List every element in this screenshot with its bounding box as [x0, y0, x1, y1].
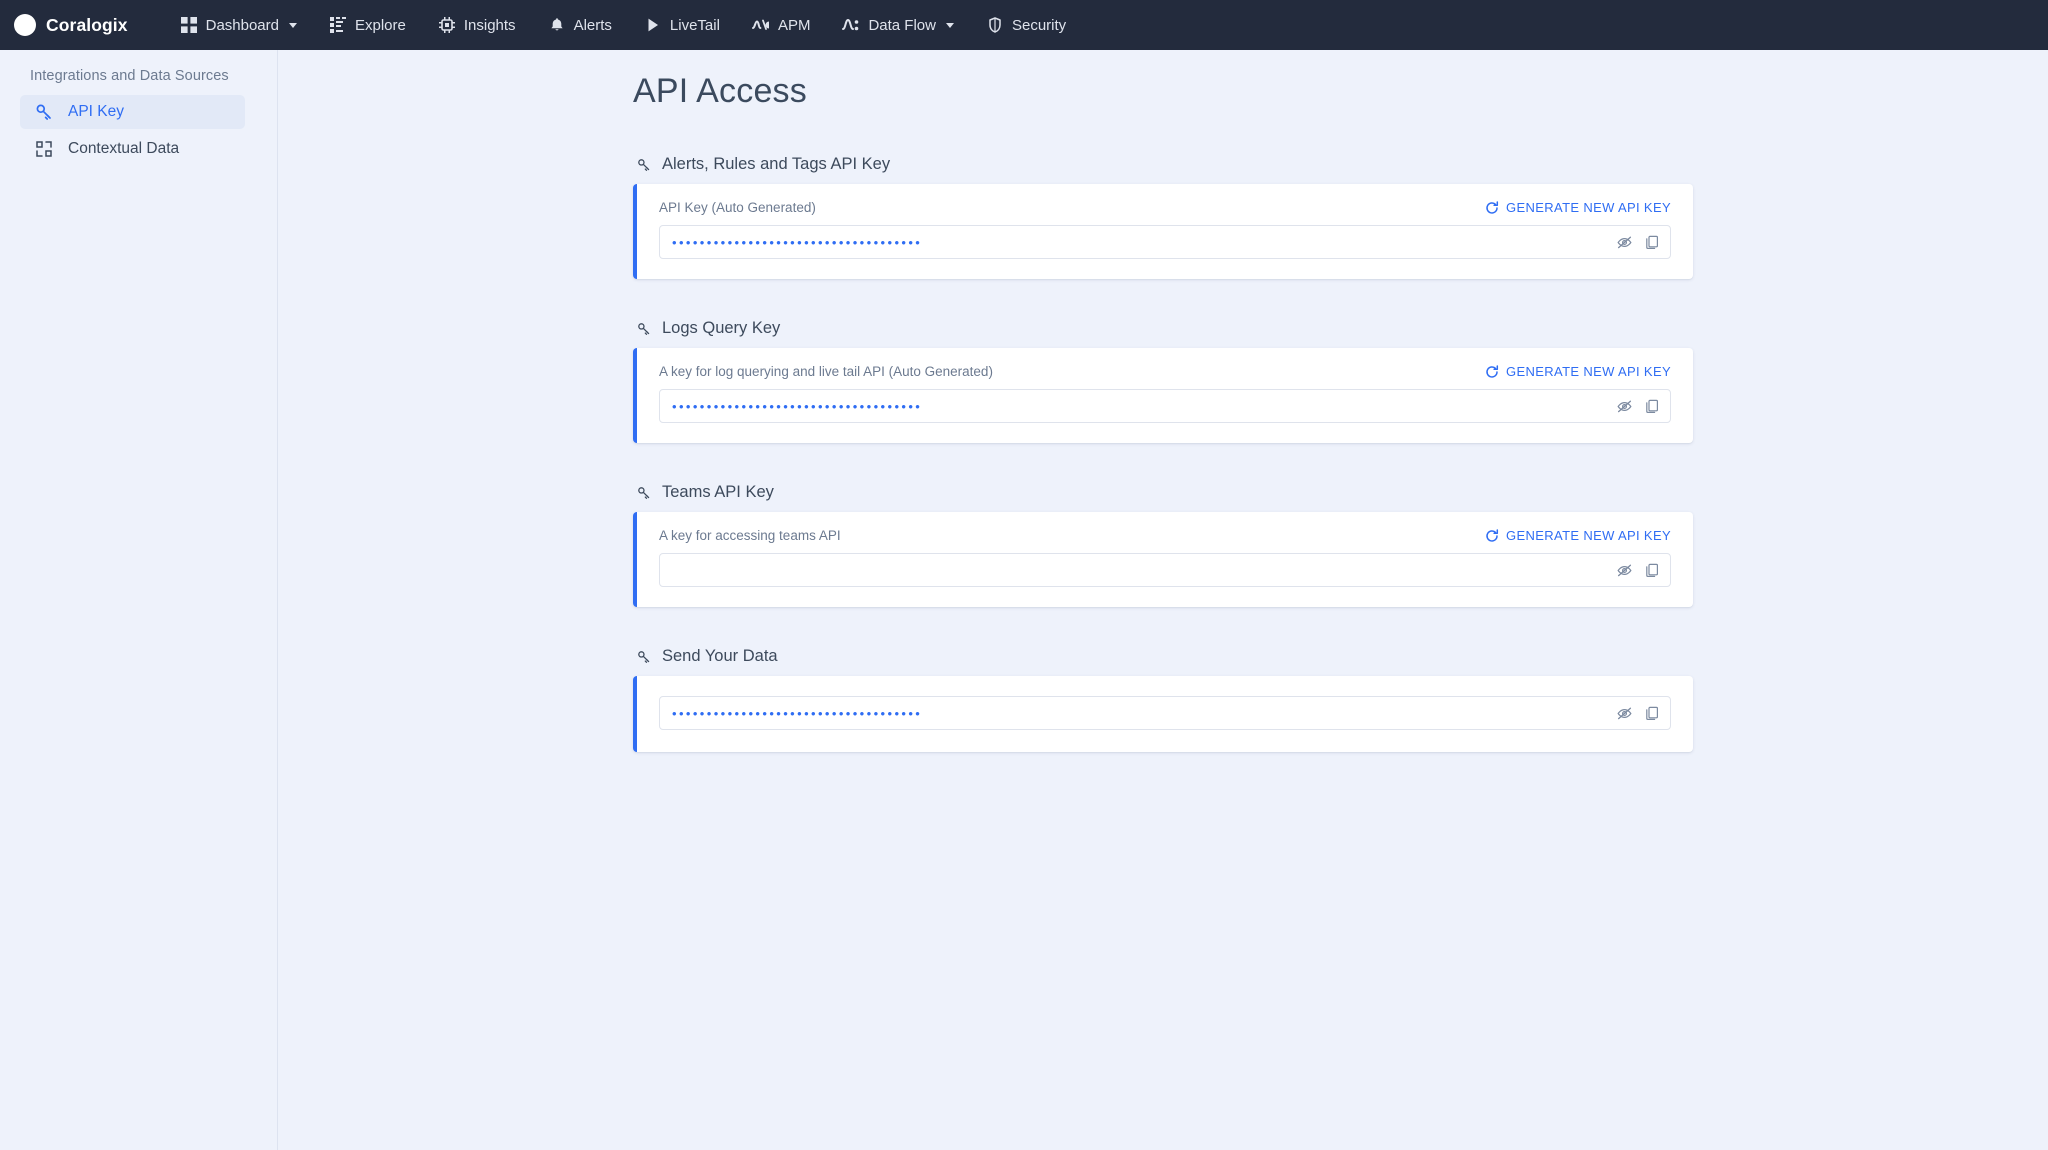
generate-new-api-key-button[interactable]: GENERATE NEW API KEY	[1485, 364, 1671, 379]
key-icon	[34, 102, 54, 122]
brand-logo[interactable]: Coralogix	[14, 14, 128, 36]
eye-off-icon[interactable]	[1615, 397, 1634, 416]
nav-item-explore[interactable]: Explore	[313, 0, 422, 50]
field-actions	[1615, 561, 1662, 580]
shield-icon	[986, 16, 1004, 34]
api-key-field[interactable]: ••••••••••••••••••••••••••••••••••••	[659, 696, 1671, 730]
section-teams-api-key: Teams API Key A key for accessing teams …	[633, 483, 1693, 607]
nav-item-security[interactable]: Security	[970, 0, 1082, 50]
field-actions	[1615, 397, 1662, 416]
section-title: Send Your Data	[662, 647, 778, 665]
nav-item-label: Alerts	[573, 16, 612, 34]
field-actions	[1615, 233, 1662, 252]
key-icon	[636, 649, 652, 665]
nav-item-insights[interactable]: Insights	[422, 0, 532, 50]
app-shell: Integrations and Data Sources API Key Co…	[0, 50, 2048, 1150]
refresh-icon	[1485, 200, 1499, 215]
section-title: Alerts, Rules and Tags API Key	[662, 155, 891, 173]
card-description: A key for accessing teams API	[659, 528, 841, 543]
nav-item-data-flow[interactable]: Data Flow	[826, 0, 970, 50]
sidebar-item-api-key[interactable]: API Key	[20, 95, 245, 129]
section-header: Teams API Key	[633, 483, 1693, 502]
grid-icon	[180, 16, 198, 34]
key-icon	[636, 485, 652, 501]
api-key-card: ••••••••••••••••••••••••••••••••••••	[633, 676, 1693, 752]
section-header: Alerts, Rules and Tags API Key	[633, 155, 1693, 174]
sidebar: Integrations and Data Sources API Key Co…	[0, 50, 278, 1150]
section-header: Send Your Data	[633, 647, 1693, 666]
copy-icon[interactable]	[1643, 561, 1662, 580]
nav-item-label: Dashboard	[205, 16, 279, 34]
api-key-value: ••••••••••••••••••••••••••••••••••••	[672, 235, 923, 249]
top-navigation-bar: Coralogix Dashboard Explore Insights Ale…	[0, 0, 2048, 50]
section-title: Teams API Key	[662, 483, 774, 501]
key-icon	[636, 321, 652, 337]
generate-button-label: GENERATE NEW API KEY	[1506, 364, 1671, 379]
bell-icon	[548, 16, 566, 34]
chevron-down-icon	[289, 22, 297, 28]
card-header-row: A key for log querying and live tail API…	[659, 364, 1671, 379]
nav-item-label: Explore	[355, 16, 406, 34]
play-icon	[644, 16, 662, 34]
api-key-value: ••••••••••••••••••••••••••••••••••••	[672, 399, 923, 413]
api-key-field[interactable]: ••••••••••••••••••••••••••••••••••••	[659, 225, 1671, 259]
nav-item-dashboard[interactable]: Dashboard	[164, 0, 313, 50]
api-key-card: API Key (Auto Generated) GENERATE NEW AP…	[633, 184, 1693, 279]
nav-item-label: Data Flow	[868, 16, 936, 34]
section-alerts-rules-tags-api-key: Alerts, Rules and Tags API Key API Key (…	[633, 155, 1693, 279]
generate-button-label: GENERATE NEW API KEY	[1506, 528, 1671, 543]
nav-item-label: Insights	[463, 16, 516, 34]
contextual-data-icon	[34, 139, 54, 159]
chevron-down-icon	[945, 22, 954, 28]
brand-name: Coralogix	[46, 14, 128, 35]
api-key-sections: Alerts, Rules and Tags API Key API Key (…	[633, 111, 1693, 752]
api-key-field[interactable]: ••••••••••••••••••••••••••••••••••••	[659, 389, 1671, 423]
sidebar-item-contextual-data[interactable]: Contextual Data	[20, 132, 245, 166]
section-logs-query-key: Logs Query Key A key for log querying an…	[633, 319, 1693, 443]
nav-item-label: LiveTail	[669, 16, 720, 34]
apm-icon	[751, 16, 770, 34]
nav-item-livetail[interactable]: LiveTail	[628, 0, 736, 50]
nav-item-label: Security	[1011, 16, 1067, 34]
sidebar-item-label: API Key	[68, 103, 124, 120]
card-description: A key for log querying and live tail API…	[659, 364, 993, 379]
refresh-icon	[1485, 528, 1499, 543]
section-title: Logs Query Key	[662, 319, 781, 337]
api-key-value: ••••••••••••••••••••••••••••••••••••	[672, 706, 923, 720]
sidebar-section-title: Integrations and Data Sources	[30, 68, 229, 84]
api-key-field[interactable]	[659, 553, 1671, 587]
section-header: Logs Query Key	[633, 319, 1693, 338]
section-send-your-data: Send Your Data •••••••••••••••••••••••••…	[633, 647, 1693, 752]
card-description: API Key (Auto Generated)	[659, 200, 816, 215]
card-header-row: API Key (Auto Generated) GENERATE NEW AP…	[659, 200, 1671, 215]
copy-icon[interactable]	[1643, 397, 1662, 416]
explore-icon	[329, 16, 347, 34]
generate-new-api-key-button[interactable]: GENERATE NEW API KEY	[1485, 200, 1671, 215]
refresh-icon	[1485, 364, 1499, 379]
coralogix-logo-icon	[14, 14, 36, 36]
sidebar-item-label: Contextual Data	[68, 140, 180, 157]
generate-new-api-key-button[interactable]: GENERATE NEW API KEY	[1485, 528, 1671, 543]
api-key-card: A key for accessing teams API GENERATE N…	[633, 512, 1693, 607]
data-flow-icon	[842, 16, 860, 34]
copy-icon[interactable]	[1643, 704, 1662, 723]
nav-item-label: APM	[777, 16, 811, 34]
api-key-card: A key for log querying and live tail API…	[633, 348, 1693, 443]
nav-items: Dashboard Explore Insights Alerts LiveTa…	[164, 0, 1083, 50]
nav-item-alerts[interactable]: Alerts	[532, 0, 628, 50]
page-title: API Access	[633, 72, 807, 110]
insights-chip-icon	[438, 16, 456, 34]
generate-button-label: GENERATE NEW API KEY	[1506, 200, 1671, 215]
card-header-row: A key for accessing teams API GENERATE N…	[659, 528, 1671, 543]
main-content: API Access Alerts, Rules and Tags API Ke…	[278, 50, 2048, 1150]
eye-off-icon[interactable]	[1615, 561, 1634, 580]
copy-icon[interactable]	[1643, 233, 1662, 252]
field-actions	[1615, 704, 1662, 723]
eye-off-icon[interactable]	[1615, 704, 1634, 723]
key-icon	[636, 157, 652, 173]
eye-off-icon[interactable]	[1615, 233, 1634, 252]
nav-item-apm[interactable]: APM	[736, 0, 827, 50]
